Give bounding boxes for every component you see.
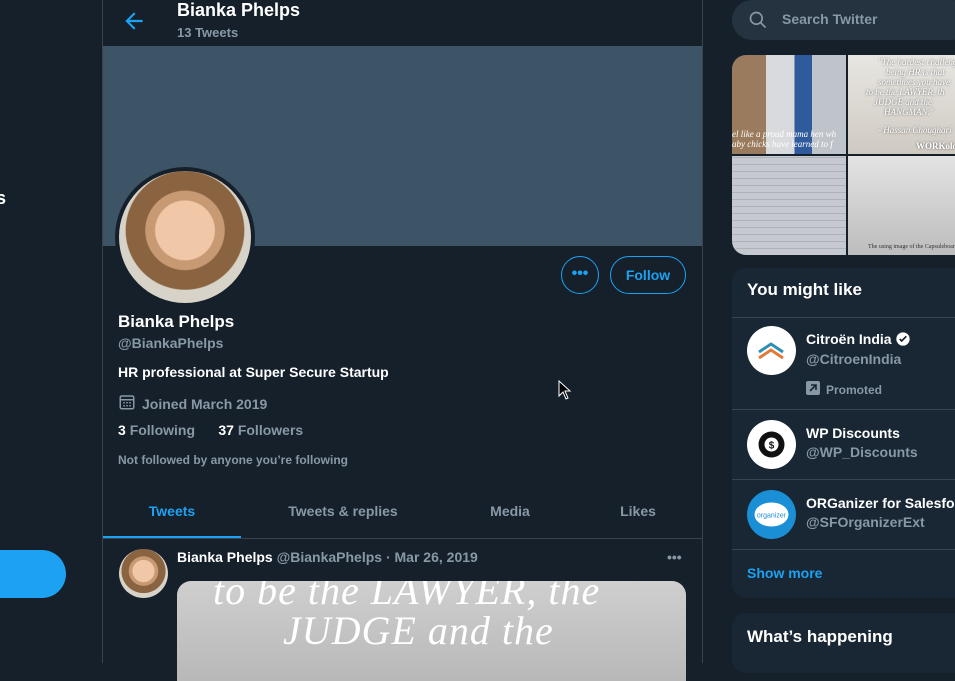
joined-text: Joined March 2019 [142, 395, 268, 412]
show-more-link[interactable]: Show more [747, 565, 822, 581]
header-tweet-count: 13 Tweets [177, 25, 239, 40]
right-sidebar: Search Twitter el like a proud mama hen … [732, 0, 955, 673]
profile-bio: HR professional at Super Secure Startup [118, 364, 389, 380]
calendar-icon [118, 393, 136, 414]
tweet-date[interactable]: Mar 26, 2019 [395, 549, 478, 565]
who-to-follow-card: You might like Citroën India @CitroenInd… [732, 268, 955, 598]
profile-handle: @BiankaPhelps [118, 335, 224, 351]
follow-stats: 3 Following 37 Followers [118, 422, 303, 438]
following-label: Following [129, 422, 196, 438]
search-icon [748, 10, 768, 35]
tweet-avatar[interactable] [119, 549, 168, 598]
account-handle[interactable]: @CitroenIndia [806, 351, 901, 367]
profile-media-grid: el like a proud mama hen wh aby chicks h… [732, 55, 955, 255]
followers-count: 37 [218, 422, 234, 438]
tweet-item[interactable]: Bianka Phelps @BiankaPhelps · Mar 26, 20… [103, 539, 702, 681]
promoted-label: Promoted [806, 381, 882, 398]
more-options-button[interactable]: ••• [561, 256, 599, 294]
tweet-button[interactable] [0, 550, 66, 598]
tab-tweets-replies[interactable]: Tweets & replies [271, 486, 415, 538]
tweet-image-text-2: JUDGE and the [283, 608, 554, 653]
followers-link[interactable]: 37 Followers [218, 422, 303, 438]
suggested-account[interactable]: organizer ORGanizer for Salesfo @SFOrgan… [732, 479, 955, 550]
promoted-arrow-icon [806, 381, 820, 398]
tweet-author-name[interactable]: Bianka Phelps [177, 549, 273, 565]
tab-media[interactable]: Media [473, 486, 547, 538]
follow-button[interactable]: Follow [610, 256, 686, 294]
profile-joined: Joined March 2019 [118, 393, 267, 414]
account-name[interactable]: Citroën India [806, 331, 911, 347]
account-handle[interactable]: @SFOrganizerExt [806, 514, 925, 530]
nav-label-fragment[interactable]: s [0, 188, 6, 209]
header-title: Bianka Phelps [177, 0, 301, 20]
following-count: 3 [118, 422, 126, 438]
account-handle[interactable]: @WP_Discounts [806, 444, 918, 460]
tweet-separator: · [385, 549, 391, 565]
suggested-account[interactable]: $ WP Discounts @WP_Discounts [732, 409, 955, 480]
media-thumb-1[interactable]: el like a proud mama hen wh aby chicks h… [732, 55, 846, 154]
tweet-image[interactable]: to be the LAWYER, the JUDGE and the [177, 581, 686, 681]
followers-label: Followers [237, 422, 304, 438]
following-link[interactable]: 3 Following [118, 422, 195, 438]
verified-badge-icon [895, 331, 911, 347]
search-input[interactable]: Search Twitter [782, 11, 877, 27]
wp-discounts-logo-icon[interactable]: $ [747, 420, 796, 469]
profile-tabs: Tweets Tweets & replies Media Likes [103, 486, 702, 539]
whats-happening-card: What’s happening [732, 613, 955, 673]
back-arrow-icon[interactable] [121, 8, 147, 34]
citroen-logo-icon[interactable] [747, 326, 796, 375]
not-followed-note: Not followed by anyone you’re following [118, 453, 349, 467]
who-to-follow-title: You might like [747, 280, 862, 299]
profile-header: Bianka Phelps 13 Tweets [103, 0, 702, 46]
profile-avatar[interactable] [115, 167, 255, 307]
organizer-logo-icon[interactable]: organizer [747, 490, 796, 539]
tweet-more-button[interactable]: ••• [667, 549, 682, 565]
profile-column: Bianka Phelps 13 Tweets ••• Follow Biank… [102, 0, 703, 681]
search-box[interactable]: Search Twitter [732, 0, 955, 40]
tab-likes[interactable]: Likes [607, 486, 669, 538]
tweet-author-handle[interactable]: @BiankaPhelps [277, 549, 382, 565]
tweet-header: Bianka Phelps @BiankaPhelps · Mar 26, 20… [177, 549, 478, 565]
media-thumb-3[interactable] [732, 156, 846, 255]
profile-name: Bianka Phelps [118, 312, 235, 331]
whats-happening-title: What’s happening [747, 627, 893, 646]
organizer-logo-text: organizer [757, 513, 787, 520]
media-thumb-2[interactable]: "The hardest challeng being HR is that s… [848, 55, 955, 154]
svg-text:$: $ [769, 441, 775, 452]
tab-tweets[interactable]: Tweets [103, 486, 241, 538]
left-nav: s [0, 0, 102, 663]
divider [732, 549, 955, 550]
account-name[interactable]: ORGanizer for Salesfo [806, 495, 955, 511]
suggested-account[interactable]: Citroën India @CitroenIndia Promoted [732, 317, 955, 410]
account-name[interactable]: WP Discounts [806, 425, 900, 441]
mouse-pointer-icon [558, 379, 572, 405]
media-thumb-4[interactable]: The using image of the Capsuleboar [848, 156, 955, 255]
